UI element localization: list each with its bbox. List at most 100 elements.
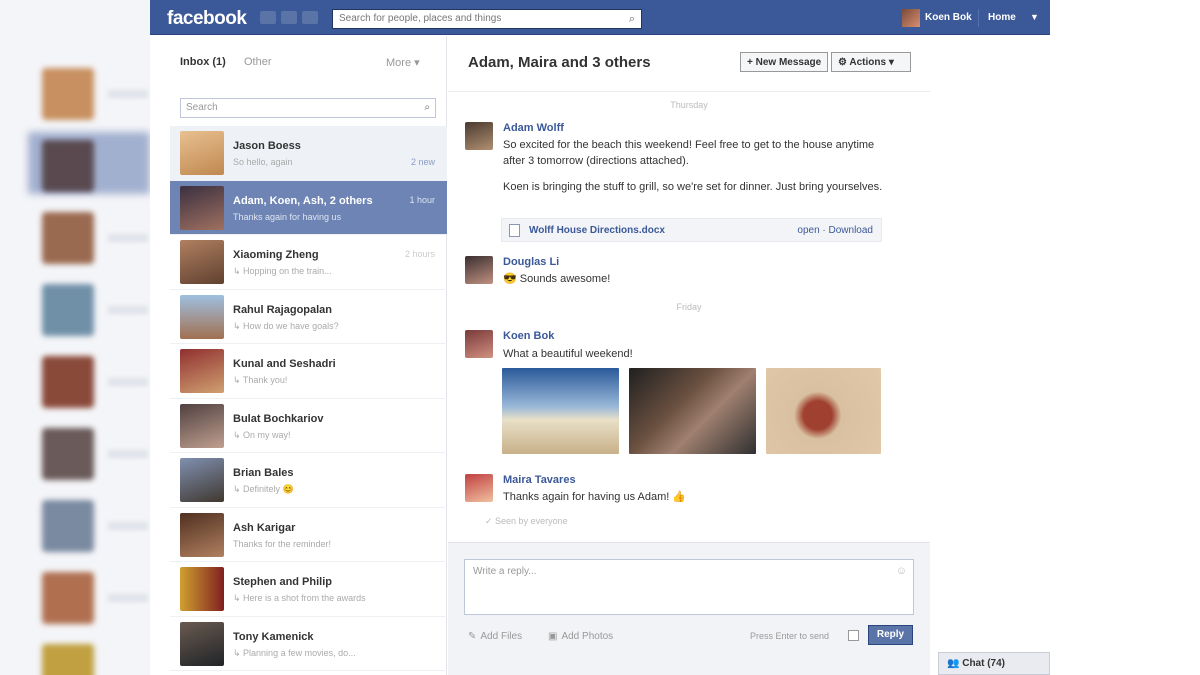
avatar (180, 185, 224, 230)
inbox-search-placeholder: Search (186, 102, 218, 113)
photo-starfish[interactable] (766, 368, 881, 454)
conversation-title: Adam, Maira and 3 others (468, 54, 651, 71)
thread-name: Tony Kamenick (233, 630, 314, 643)
user-name-link[interactable]: Koen Bok (925, 12, 972, 23)
photo-friends[interactable] (629, 368, 756, 454)
press-enter-label: Press Enter to send (750, 631, 830, 641)
divider (978, 9, 979, 27)
thread-snippet: Thanks again for having us (233, 211, 342, 222)
thread-item[interactable]: Bulat Bochkariov ↳ On my way! (170, 399, 447, 453)
thread-name: Bulat Bochkariov (233, 412, 324, 425)
thread-item[interactable]: Adam, Koen, Ash, 2 others Thanks again f… (170, 180, 447, 235)
attachment-name[interactable]: Wolff House Directions.docx (529, 225, 665, 236)
message-text: So excited for the beach this weekend! F… (503, 139, 875, 167)
message-author[interactable]: Maira Tavares (503, 474, 576, 486)
thread-item[interactable]: Stephen and Philip ↳ Here is a shot from… (170, 562, 447, 617)
thread-name: Adam, Koen, Ash, 2 others (233, 194, 373, 207)
thread-snippet: ↳ Hopping on the train... (233, 266, 332, 276)
avatar[interactable] (465, 256, 493, 284)
photo-beach[interactable] (502, 368, 619, 454)
thread-snippet: ↳ How do we have goals? (233, 320, 339, 331)
message-text: Thanks again for having us Adam! 👍 (503, 491, 687, 503)
user-avatar[interactable] (902, 9, 920, 27)
reply-input[interactable]: Write a reply... ☺ (464, 559, 914, 615)
reply-composer: Write a reply... ☺ ✎ Add Files ▣ Add Pho… (448, 542, 930, 675)
attachment-actions[interactable]: open · Download (797, 225, 873, 236)
search-icon[interactable]: ⌕ (629, 13, 635, 26)
avatar (180, 567, 224, 611)
background-blur (0, 0, 150, 675)
inbox-search-input[interactable]: Search ⌕ (180, 98, 436, 118)
add-photos-button[interactable]: ▣ Add Photos (548, 631, 613, 642)
thread-snippet: ↳ Planning a few movies, do... (233, 647, 356, 658)
day-divider: Thursday (670, 100, 708, 110)
avatar[interactable] (465, 474, 493, 502)
thread-snippet: ↳ Thank you! (233, 375, 288, 385)
add-photos-label: Add Photos (561, 631, 614, 642)
thread-item[interactable]: Brian Bales ↳ Definitely 😊 (170, 453, 447, 508)
reply-button[interactable]: Reply (868, 625, 913, 645)
conversation-panel: Adam, Maira and 3 others + New Message ⚙… (448, 36, 930, 675)
thread-name: Xiaoming Zheng (233, 249, 319, 261)
thread-item[interactable]: Ash Karigar Thanks for the reminder! (170, 508, 447, 562)
avatar (180, 294, 224, 339)
new-count-badge: 2 new (410, 157, 435, 167)
chat-sidebar-tab[interactable]: 👥 Chat (74) (938, 652, 1050, 675)
home-link[interactable]: Home (988, 12, 1016, 23)
emoticon-icon[interactable]: ☺ (896, 565, 907, 577)
avatar (180, 403, 224, 448)
reply-placeholder: Write a reply... (473, 566, 537, 577)
avatar[interactable] (465, 330, 493, 358)
inbox-panel: Inbox (1) Other More ▾ Search ⌕ Jason Bo… (170, 36, 447, 675)
thread-time: 2 hours (404, 249, 435, 259)
message-author[interactable]: Koen Bok (503, 330, 554, 342)
avatar (180, 131, 224, 175)
add-files-button[interactable]: ✎ Add Files (468, 631, 522, 642)
thread-name: Jason Boess (233, 140, 301, 152)
message-author[interactable]: Douglas Li (503, 256, 559, 268)
thread-item[interactable]: Rahul Rajagopalan ↳ How do we have goals… (170, 290, 447, 344)
avatar[interactable] (465, 122, 493, 150)
notifications-icon[interactable] (302, 11, 318, 24)
thread-name: Kunal and Seshadri (233, 358, 336, 370)
thread-item[interactable]: Xiaoming Zheng ↳ Hopping on the train...… (170, 235, 447, 290)
press-enter-checkbox[interactable] (848, 630, 859, 641)
actions-button[interactable]: ⚙ Actions ▾ (831, 52, 911, 72)
right-margin (1050, 0, 1200, 675)
thread-snippet: ↳ Here is a shot from the awards (233, 593, 366, 603)
account-menu-caret-icon[interactable]: ▼ (1030, 12, 1039, 22)
new-message-button[interactable]: + New Message (740, 52, 829, 72)
message-text: 😎 Sounds awesome! (503, 273, 611, 285)
message-author[interactable]: Adam Wolff (503, 122, 564, 134)
tab-other[interactable]: Other (244, 56, 272, 68)
thread-name: Stephen and Philip (233, 576, 333, 588)
thread-snippet: Thanks for the reminder! (233, 538, 332, 549)
facebook-logo[interactable]: facebook (167, 8, 247, 30)
camera-icon: ▣ (548, 631, 558, 642)
avatar (180, 349, 224, 393)
search-icon[interactable]: ⌕ (424, 102, 430, 113)
day-divider: Friday (676, 302, 702, 312)
document-icon (509, 224, 520, 237)
thread-item[interactable]: Kunal and Seshadri ↳ Thank you! (170, 344, 447, 399)
paperclip-icon: ✎ (468, 631, 477, 642)
thread-item[interactable]: Tony Kamenick ↳ Planning a few movies, d… (170, 617, 447, 671)
avatar (180, 458, 224, 502)
thread-name: Brian Bales (233, 467, 294, 479)
attachment: Wolff House Directions.docx open · Downl… (501, 218, 882, 242)
thread-snippet: ↳ On my way! (233, 429, 291, 440)
add-files-label: Add Files (480, 631, 523, 642)
thread-snippet: So hello, again (233, 157, 293, 167)
thread-item[interactable]: Jason Boess So hello, again 2 new (170, 126, 447, 181)
tab-inbox[interactable]: Inbox (1) (180, 56, 226, 68)
global-search-input[interactable]: Search for people, places and things ⌕ (332, 9, 642, 29)
seen-indicator: ✓ Seen by everyone (485, 516, 568, 526)
message-text: What a beautiful weekend! (503, 348, 633, 360)
thread-snippet: ↳ Definitely 😊 (233, 484, 294, 494)
thread-name: Rahul Rajagopalan (233, 303, 333, 316)
messages-icon[interactable] (281, 11, 297, 24)
inbox-header: Inbox (1) Other More ▾ (170, 36, 447, 88)
message-text: Koen is bringing the stuff to grill, so … (503, 181, 883, 193)
tab-more-menu[interactable]: More ▾ (386, 56, 420, 69)
friend-requests-icon[interactable] (260, 11, 276, 24)
